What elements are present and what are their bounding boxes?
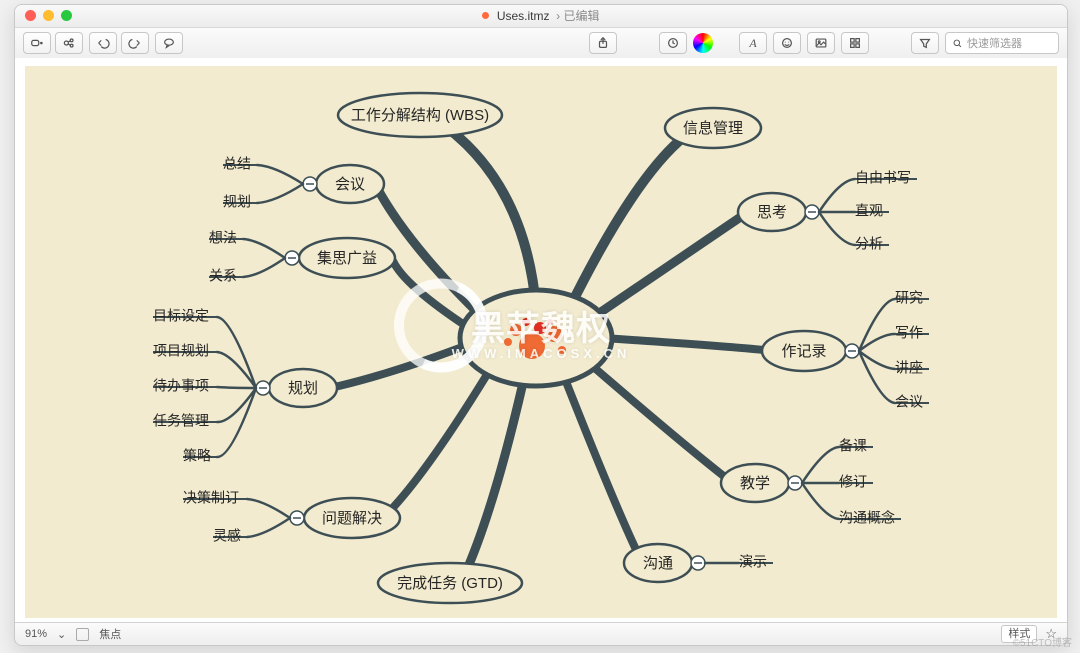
leaf-record-lecture[interactable]: 讲座 [895, 360, 923, 376]
quick-filter-placeholder: 快速筛选器 [967, 35, 1022, 51]
svg-text:集思广益: 集思广益 [317, 250, 377, 267]
redo-button[interactable] [121, 32, 149, 54]
leaf-record-write[interactable]: 写作 [895, 325, 923, 341]
leaf-teach-prep[interactable]: 备课 [839, 438, 867, 454]
toolbar: A 快速筛选器 [15, 28, 1067, 59]
node-brainstorm[interactable]: 集思广益 [285, 238, 395, 278]
leaf-think-analy[interactable]: 分析 [855, 236, 883, 252]
node-problem[interactable]: 问题解决 [290, 498, 400, 538]
color-picker-icon[interactable] [693, 33, 713, 53]
node-teach[interactable]: 教学 [721, 464, 802, 502]
node-wbs[interactable]: 工作分解结构 (WBS) [338, 93, 502, 137]
node-info[interactable]: 信息管理 [665, 108, 761, 148]
node-record[interactable]: 作记录 [762, 331, 859, 371]
leaf-plan-goal[interactable]: 目标设定 [153, 308, 209, 324]
share-button[interactable] [589, 32, 617, 54]
filter-icon[interactable] [911, 32, 939, 54]
leaf-record-research[interactable]: 研究 [895, 290, 923, 306]
canvas-area[interactable]: 工作分解结构 (WBS) 信息管理 会议 总结 规划 [15, 58, 1067, 623]
history-icon[interactable] [659, 32, 687, 54]
leaf-brain-rel[interactable]: 关系 [209, 268, 237, 284]
leaf-problem-inspire[interactable]: 灵感 [213, 528, 241, 544]
focus-label: 焦点 [99, 626, 121, 642]
close-button[interactable] [25, 10, 36, 21]
leaf-comm-present[interactable]: 演示 [739, 554, 767, 570]
callout-icon[interactable] [155, 32, 183, 54]
leaf-plan-todo[interactable]: 待办事项 [153, 378, 209, 394]
node-meeting[interactable]: 会议 [303, 165, 384, 203]
leaf-think-free[interactable]: 自由书写 [855, 170, 911, 186]
leaf-plan-strat[interactable]: 策略 [183, 448, 211, 464]
leaf-meeting-summary[interactable]: 总结 [223, 156, 251, 172]
svg-text:完成任务 (GTD): 完成任务 (GTD) [397, 575, 503, 592]
focus-checkbox[interactable] [76, 628, 89, 641]
node-think[interactable]: 思考 [738, 193, 819, 231]
leaf-meeting-plan[interactable]: 规划 [223, 194, 251, 210]
image-icon[interactable] [807, 32, 835, 54]
titlebar: Uses.itmz › 已编辑 [15, 5, 1067, 28]
window-controls [25, 10, 72, 21]
maximize-button[interactable] [61, 10, 72, 21]
font-icon[interactable]: A [739, 32, 767, 54]
title-state: › 已编辑 [553, 9, 600, 23]
emoji-icon[interactable] [773, 32, 801, 54]
leaf-brain-idea[interactable]: 想法 [209, 230, 237, 246]
svg-text:问题解决: 问题解决 [322, 510, 382, 527]
root-node[interactable] [460, 290, 612, 386]
quick-filter-input[interactable]: 快速筛选器 [945, 32, 1059, 54]
leaf-problem-decide[interactable]: 决策制订 [183, 490, 239, 506]
zoom-level[interactable]: 91% [25, 628, 47, 640]
tool-topic-icon[interactable] [55, 32, 83, 54]
undo-button[interactable] [89, 32, 117, 54]
svg-text:教学: 教学 [740, 475, 770, 492]
svg-text:思考: 思考 [757, 204, 787, 221]
node-comm[interactable]: 沟通 [624, 544, 705, 582]
svg-text:会议: 会议 [335, 176, 365, 193]
zoom-chevron-icon[interactable]: ⌄ [57, 628, 66, 641]
svg-text:信息管理: 信息管理 [683, 120, 743, 137]
tool-select-icon[interactable] [23, 32, 51, 54]
title-doc-icon [482, 12, 489, 19]
svg-text:规划: 规划 [288, 380, 318, 397]
title-filename[interactable]: Uses.itmz [497, 9, 550, 23]
app-window: Uses.itmz › 已编辑 [14, 4, 1068, 646]
node-plan[interactable]: 规划 [256, 369, 337, 407]
node-gtd[interactable]: 完成任务 (GTD) [378, 563, 522, 603]
leaf-plan-task[interactable]: 任务管理 [153, 413, 209, 429]
svg-text:工作分解结构 (WBS): 工作分解结构 (WBS) [351, 107, 489, 124]
mindmap-canvas[interactable]: 工作分解结构 (WBS) 信息管理 会议 总结 规划 [25, 66, 1057, 618]
svg-text:作记录: 作记录 [781, 343, 826, 360]
leaf-plan-proj[interactable]: 项目规划 [153, 343, 209, 359]
grid-icon[interactable] [841, 32, 869, 54]
leaf-think-intuit[interactable]: 直观 [855, 203, 883, 219]
page-source-watermark: ©51CTO博客 [1013, 634, 1072, 649]
leaf-teach-concept[interactable]: 沟通概念 [839, 510, 895, 526]
leaf-teach-revise[interactable]: 修订 [839, 474, 867, 490]
svg-text:沟通: 沟通 [643, 555, 673, 572]
statusbar: 91% ⌄ 焦点 样式 ☆ [15, 622, 1067, 645]
minimize-button[interactable] [43, 10, 54, 21]
leaf-record-meeting[interactable]: 会议 [895, 394, 923, 410]
